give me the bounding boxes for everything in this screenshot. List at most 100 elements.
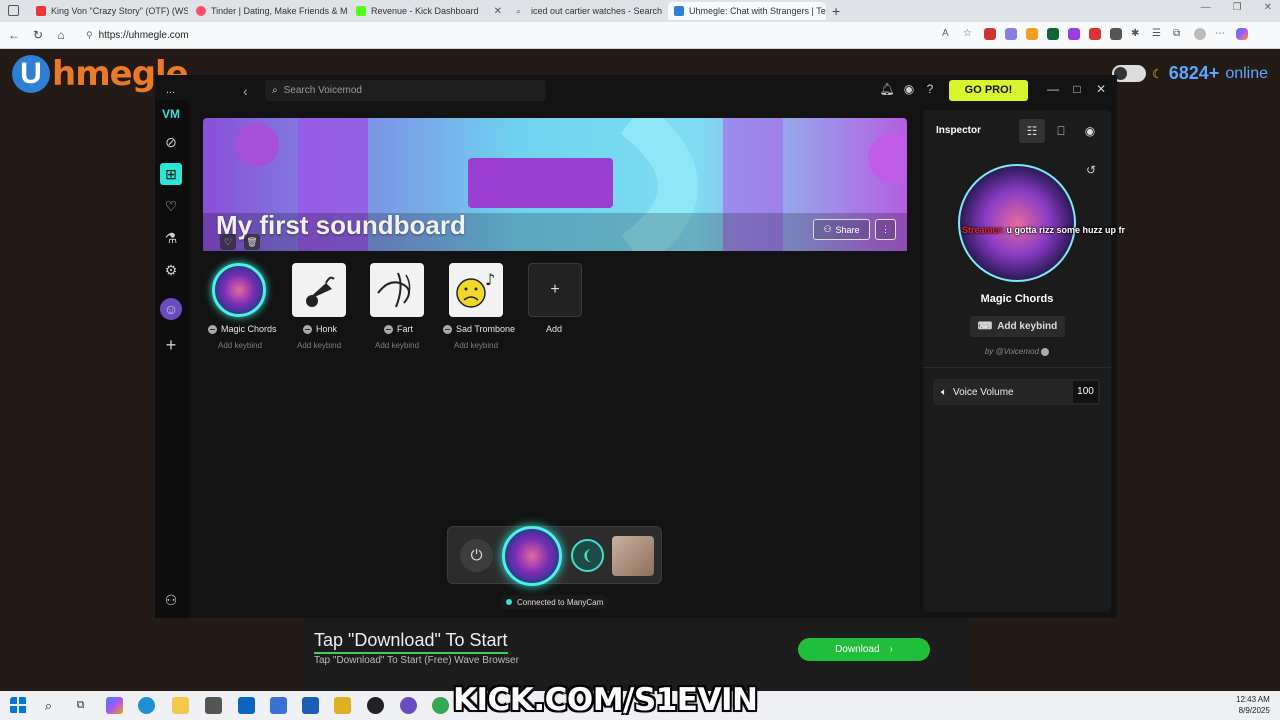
site-info-icon[interactable]: ⚲ xyxy=(86,30,93,41)
remove-icon[interactable] xyxy=(384,324,393,334)
add-keybind-link[interactable]: Add keybind xyxy=(279,341,359,350)
app-icon[interactable] xyxy=(205,697,222,714)
outlook-icon[interactable] xyxy=(238,697,255,714)
refresh-icon[interactable]: ↻ xyxy=(30,27,46,43)
voicemod-search-input[interactable]: ⌕ Search Voicemod xyxy=(265,80,546,101)
favorite-star-icon[interactable]: ☆ xyxy=(963,28,975,40)
remove-icon[interactable] xyxy=(208,324,217,334)
sound-tile-honk[interactable] xyxy=(292,263,346,317)
more-options-button[interactable]: ⋮ xyxy=(875,219,896,240)
discord-icon[interactable]: ◉ xyxy=(901,82,917,96)
app-icon[interactable] xyxy=(302,697,319,714)
profile-voice-icon[interactable]: ☺ xyxy=(160,298,182,320)
sound-tile-sad-trombone[interactable]: ♪ xyxy=(449,263,503,317)
app-icon[interactable] xyxy=(400,697,417,714)
home-icon[interactable]: ⌂ xyxy=(53,27,69,43)
favorite-heart-icon[interactable]: ♡ xyxy=(220,234,236,250)
sound-label-magic-chords[interactable]: Magic Chords xyxy=(208,323,277,335)
app-icon[interactable] xyxy=(367,697,384,714)
camera-preview-thumbnail[interactable] xyxy=(612,536,654,576)
tab-actions-icon[interactable] xyxy=(8,5,19,16)
tab-tinder[interactable]: Tinder | Dating, Make Friends & M✕ xyxy=(190,2,348,20)
extension-icon[interactable] xyxy=(984,28,996,40)
voice-volume-value[interactable]: 100 xyxy=(1073,381,1098,403)
add-icon[interactable]: + xyxy=(160,334,182,356)
copilot-icon[interactable] xyxy=(106,697,123,714)
dark-mode-toggle[interactable] xyxy=(1112,65,1146,82)
read-aloud-icon[interactable]: A xyxy=(942,28,954,40)
sound-tile-fart[interactable] xyxy=(370,263,424,317)
minimize-icon[interactable]: — xyxy=(1045,82,1061,96)
url-field[interactable]: ⚲ https://uhmegle.com xyxy=(76,25,986,46)
search-icon[interactable]: ⌕ xyxy=(40,697,57,714)
minimize-icon[interactable]: — xyxy=(1201,2,1211,13)
trash-icon[interactable]: 🗑︎ xyxy=(244,234,260,250)
restore-icon[interactable]: ❐ xyxy=(1233,2,1242,13)
extension-icon[interactable] xyxy=(1110,28,1122,40)
close-tab-icon[interactable]: ✕ xyxy=(494,6,502,17)
power-icon[interactable]: ⏻ xyxy=(460,539,493,572)
edge-icon[interactable] xyxy=(138,697,155,714)
store-icon[interactable] xyxy=(270,697,287,714)
download-button[interactable]: Download › xyxy=(798,638,930,661)
reset-icon[interactable]: ↺ xyxy=(1086,163,1096,177)
sound-label-sad-trombone[interactable]: Sad Trombone xyxy=(443,323,515,335)
new-tab-button[interactable]: + xyxy=(832,3,840,19)
remove-icon[interactable] xyxy=(303,324,312,334)
add-sound-button[interactable]: + xyxy=(528,263,582,317)
tab-kick-dashboard[interactable]: Revenue - Kick Dashboard ✕ xyxy=(350,2,508,20)
remove-icon[interactable] xyxy=(443,324,452,334)
soundboard-icon[interactable]: ⊞ xyxy=(160,163,182,185)
sound-tile-magic-chords[interactable] xyxy=(212,263,266,317)
remove-icon[interactable] xyxy=(1041,347,1050,356)
inspector-add-keybind-button[interactable]: ⌨ Add keybind xyxy=(970,316,1065,337)
tab-uhmegle[interactable]: Uhmegle: Chat with Strangers | Te✕ xyxy=(668,2,826,20)
collections-icon[interactable]: ⧉ xyxy=(1173,28,1185,40)
add-keybind-link[interactable]: Add keybind xyxy=(200,341,280,350)
sound-label-honk[interactable]: Honk xyxy=(303,323,337,335)
extension-icon[interactable] xyxy=(1026,28,1038,40)
add-keybind-link[interactable]: Add keybind xyxy=(436,341,516,350)
profile-avatar[interactable] xyxy=(1194,28,1206,40)
share-button[interactable]: ⚇ Share xyxy=(813,219,870,240)
gear-icon[interactable]: ⚙ xyxy=(160,259,182,281)
hear-myself-icon[interactable]: ❨ xyxy=(571,539,604,572)
app-menu-button[interactable]: ... xyxy=(166,84,175,96)
extension-icon[interactable] xyxy=(1005,28,1017,40)
book-icon[interactable]: ⎕ xyxy=(1048,119,1074,143)
sliders-icon[interactable]: ☷ xyxy=(1019,119,1045,143)
sound-label-fart[interactable]: Fart xyxy=(384,323,413,335)
copilot-icon[interactable] xyxy=(1236,28,1248,40)
active-voice-avatar[interactable] xyxy=(502,526,562,586)
back-icon[interactable]: ← xyxy=(6,27,22,43)
tab-king-von[interactable]: King Von "Crazy Story" (OTF) (WS✕ xyxy=(30,2,188,20)
add-keybind-link[interactable]: Add keybind xyxy=(357,341,437,350)
chrome-icon[interactable] xyxy=(432,697,449,714)
compass-icon[interactable]: ⊘ xyxy=(160,131,182,153)
heart-icon[interactable]: ♡ xyxy=(160,195,182,217)
file-explorer-icon[interactable] xyxy=(172,697,189,714)
back-button[interactable]: ‹ xyxy=(243,83,248,99)
extension-icon[interactable] xyxy=(1089,28,1101,40)
task-view-icon[interactable]: ⧉ xyxy=(72,697,89,714)
app-icon[interactable] xyxy=(334,697,351,714)
close-window-icon[interactable]: ✕ xyxy=(1264,2,1272,13)
extensions-puzzle-icon[interactable]: ✱ xyxy=(1131,28,1143,40)
uhmegle-logo[interactable]: U xyxy=(12,55,50,93)
start-icon[interactable] xyxy=(10,697,27,714)
more-menu-icon[interactable]: ⋯ xyxy=(1215,28,1227,40)
ad-title[interactable]: Tap "Download" To Start xyxy=(314,630,508,654)
go-pro-button[interactable]: GO PRO! xyxy=(949,80,1028,101)
voice-volume-control[interactable]: 🔈︎ Voice Volume 100 xyxy=(933,379,1100,405)
favorites-icon[interactable]: ☰ xyxy=(1152,28,1164,40)
record-icon[interactable]: ◉ xyxy=(1077,119,1103,143)
flask-icon[interactable]: ⚗ xyxy=(160,227,182,249)
bell-icon[interactable]: 🔔︎ xyxy=(879,82,895,96)
close-icon[interactable]: ✕ xyxy=(1093,82,1109,96)
tab-search[interactable]: ⌕iced out cartier watches - Search✕ xyxy=(510,2,668,20)
user-icon[interactable]: ⚇ xyxy=(160,589,182,611)
maximize-icon[interactable]: □ xyxy=(1069,82,1085,96)
help-icon[interactable]: ? xyxy=(922,82,938,96)
extension-icon[interactable] xyxy=(1068,28,1080,40)
system-clock[interactable]: 12:43 AM 8/9/2025 xyxy=(1236,694,1270,716)
